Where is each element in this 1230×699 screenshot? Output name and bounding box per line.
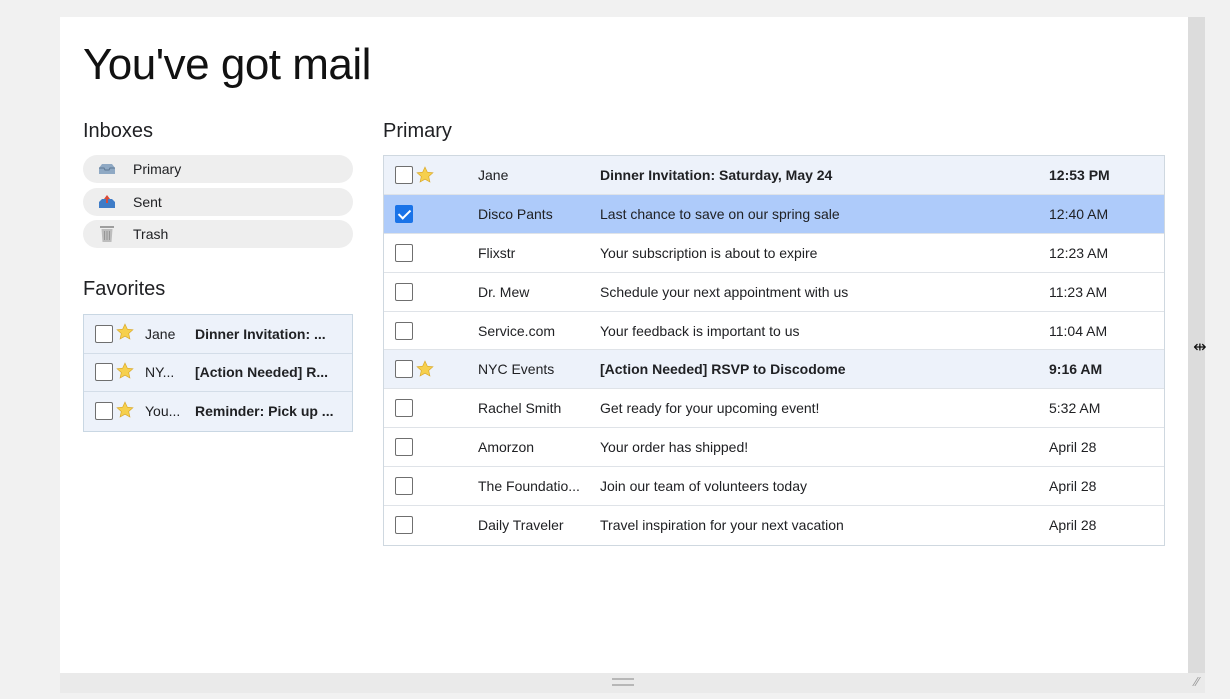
- mail-time: 12:40 AM: [1049, 205, 1109, 222]
- mail-time: 5:32 AM: [1049, 400, 1101, 417]
- mail-list: Jane Dinner Invitation: Saturday, May 24 1…: [383, 155, 1165, 546]
- favorite-checkbox[interactable]: [95, 363, 113, 382]
- mail-row-checkbox[interactable]: [395, 477, 413, 496]
- mail-row[interactable]: NYC Events [Action Needed] RSVP to Discod…: [384, 350, 1164, 390]
- mail-time: April 28: [1049, 439, 1097, 456]
- star-icon[interactable]: [115, 322, 135, 345]
- star-icon[interactable]: [415, 165, 437, 185]
- mail-time: April 28: [1049, 517, 1097, 534]
- mail-row[interactable]: Daily Traveler Travel inspiration for you…: [384, 506, 1164, 545]
- favorites-heading: Favorites: [83, 278, 166, 300]
- mail-row[interactable]: Jane Dinner Invitation: Saturday, May 24 1…: [384, 156, 1164, 195]
- mail-time: 9:16 AM: [1049, 361, 1103, 378]
- inboxes-heading: Inboxes: [83, 120, 154, 142]
- mail-sender: Disco Pants: [478, 205, 553, 222]
- sidebar-item-primary[interactable]: Primary: [83, 155, 353, 183]
- mail-time: 12:53 PM: [1049, 166, 1110, 183]
- mail-sender: Jane: [478, 166, 509, 183]
- mail-subject: Last chance to save on our spring sale: [600, 205, 840, 222]
- mail-row[interactable]: Flixstr Your subscription is about to exp…: [384, 233, 1164, 273]
- mail-time: April 28: [1049, 478, 1097, 495]
- mail-row-checkbox[interactable]: [395, 360, 413, 379]
- mail-subject: Travel inspiration for your next vacatio…: [600, 517, 844, 534]
- mail-subject: [Action Needed] RSVP to Discodome: [600, 361, 846, 378]
- mail-row[interactable]: Rachel Smith Get ready for your upcoming …: [384, 389, 1164, 429]
- mail-sender: Dr. Mew: [478, 283, 530, 300]
- mail-row-checkbox[interactable]: [395, 204, 413, 223]
- star-icon[interactable]: [115, 361, 135, 384]
- mail-row[interactable]: Service.com Your feedback is important to…: [384, 311, 1164, 351]
- mail-subject: Dinner Invitation: Saturday, May 24: [600, 166, 833, 183]
- favorite-subject: Dinner Invitation: ...: [195, 325, 326, 342]
- mail-row[interactable]: Disco Pants Last chance to save on our sp…: [384, 194, 1164, 234]
- mail-row-checkbox[interactable]: [395, 399, 413, 418]
- mail-row[interactable]: Amorzon Your order has shipped! April 28: [384, 428, 1164, 468]
- trash-can-icon: [97, 226, 117, 242]
- mail-subject: Your feedback is important to us: [600, 322, 800, 339]
- mail-subject: Your subscription is about to expire: [600, 244, 818, 261]
- favorite-subject: [Action Needed] R...: [195, 364, 329, 381]
- sidebar-item-trash[interactable]: Trash: [83, 220, 353, 248]
- mail-sender: Flixstr: [478, 244, 516, 261]
- mail-sender: Amorzon: [478, 439, 535, 456]
- favorite-checkbox[interactable]: [95, 324, 113, 343]
- mail-row-checkbox[interactable]: [395, 165, 413, 184]
- page-title: You've got mail: [83, 40, 371, 89]
- mail-time: 12:23 AM: [1049, 244, 1109, 261]
- favorite-sender: Jane: [145, 325, 176, 342]
- mail-row[interactable]: The Foundatio... Join our team of volunte…: [384, 467, 1164, 507]
- outbox-tray-icon: [97, 194, 117, 210]
- mail-sender: Rachel Smith: [478, 400, 562, 417]
- mail-subject: Your order has shipped!: [600, 439, 749, 456]
- inbox-list: Primary Sent Trash: [83, 155, 353, 253]
- mail-row-checkbox[interactable]: [395, 438, 413, 457]
- mail-sender: Service.com: [478, 322, 556, 339]
- mail-row-checkbox[interactable]: [395, 516, 413, 535]
- mail-time: 11:23 AM: [1049, 283, 1108, 300]
- favorite-checkbox[interactable]: [95, 402, 113, 421]
- mail-subject: Schedule your next appointment with us: [600, 283, 849, 300]
- column-resize-cursor-icon: ⇹: [1193, 337, 1207, 356]
- star-icon[interactable]: [115, 400, 135, 423]
- mail-row[interactable]: Dr. Mew Schedule your next appointment wi…: [384, 272, 1164, 312]
- favorite-item[interactable]: You... Reminder: Pick up ...: [84, 392, 352, 431]
- resize-corner-icon[interactable]: ⁄⁄: [1190, 675, 1204, 689]
- inbox-tray-icon: [97, 161, 117, 177]
- mail-subject: Join our team of volunteers today: [600, 478, 808, 495]
- favorite-sender: NY...: [145, 364, 175, 381]
- mail-row-checkbox[interactable]: [395, 321, 413, 340]
- mail-row-checkbox[interactable]: [395, 282, 413, 301]
- mail-row-checkbox[interactable]: [395, 243, 413, 262]
- sidebar-item-label: Trash: [133, 226, 169, 242]
- primary-heading: Primary: [383, 120, 452, 142]
- drag-handle-icon[interactable]: [612, 678, 634, 686]
- mail-time: 11:04 AM: [1049, 322, 1108, 339]
- favorites-list: Jane Dinner Invitation: ... NY... [Actio…: [83, 314, 353, 432]
- sidebar-item-label: Primary: [133, 161, 182, 177]
- favorite-item[interactable]: NY... [Action Needed] R...: [84, 354, 352, 392]
- mail-subject: Get ready for your upcoming event!: [600, 400, 820, 417]
- star-icon[interactable]: [415, 359, 437, 379]
- favorite-subject: Reminder: Pick up ...: [195, 403, 334, 420]
- mail-sender: The Foundatio...: [478, 478, 580, 495]
- favorite-sender: You...: [145, 403, 181, 420]
- sidebar-item-label: Sent: [133, 193, 162, 210]
- favorite-item[interactable]: Jane Dinner Invitation: ...: [84, 315, 352, 354]
- mail-sender: NYC Events: [478, 361, 555, 378]
- app-window: ⁄⁄ ⇹ You've got mail Inboxes Primary Sen…: [0, 0, 1230, 699]
- mail-sender: Daily Traveler: [478, 517, 564, 534]
- sidebar-item-sent[interactable]: Sent: [83, 187, 353, 216]
